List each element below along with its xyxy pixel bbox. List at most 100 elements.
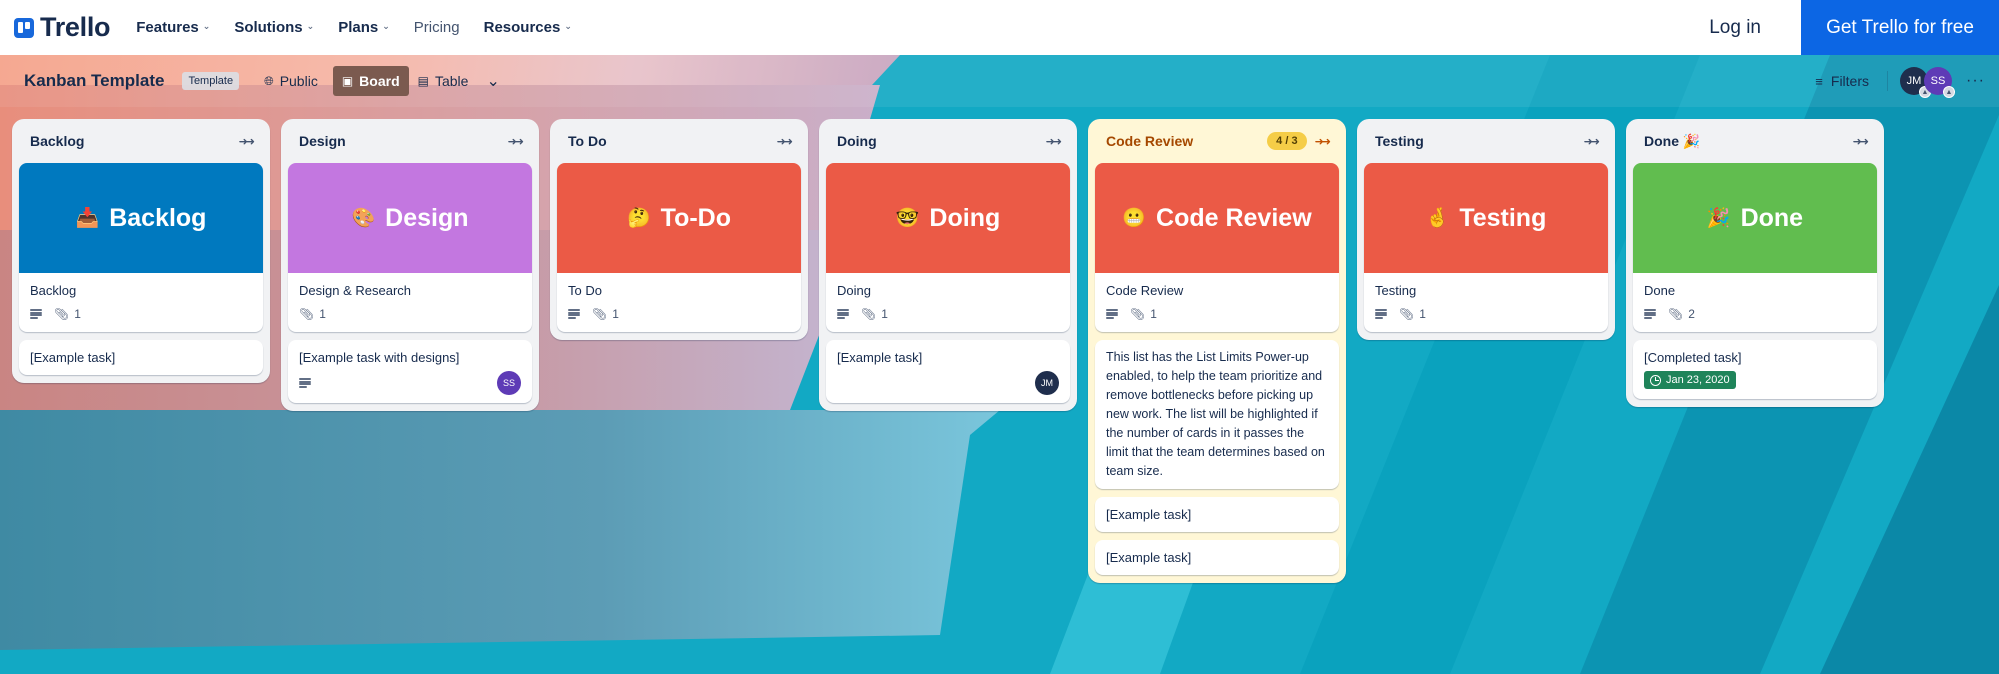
nav-menu: Features ⌄ Solutions ⌄ Plans ⌄ Pricing Reso…	[136, 19, 596, 36]
attachment-count: 2	[1688, 307, 1695, 321]
nav-item-plans[interactable]: Plans ⌄	[338, 19, 390, 36]
attachments-badge: 📎︎ 1	[592, 307, 619, 321]
description-icon	[30, 309, 42, 319]
card[interactable]: 🤔 To-Do To Do 📎︎ 1	[557, 163, 801, 332]
template-badge: Template	[182, 72, 240, 90]
filter-icon: ≡	[1815, 73, 1823, 89]
card-cover: 🤞 Testing	[1364, 163, 1608, 273]
nav-item-label: Solutions	[234, 19, 303, 36]
collapse-list-icon[interactable]: ➜➜	[508, 135, 525, 148]
nav-item-solutions[interactable]: Solutions ⌄	[234, 19, 314, 36]
description-icon	[837, 309, 849, 319]
filters-label: Filters	[1830, 73, 1870, 89]
description-badge	[299, 378, 311, 388]
card-member-avatar[interactable]: SS	[497, 371, 521, 395]
nav-item-label: Plans	[338, 19, 379, 36]
card[interactable]: [Example task]	[1095, 497, 1339, 532]
paperclip-icon: 📎︎	[299, 307, 315, 321]
cover-text: Doing	[929, 203, 1001, 232]
attachment-count: 1	[881, 307, 888, 321]
nav-item-resources[interactable]: Resources ⌄	[484, 19, 572, 36]
nav-item-pricing[interactable]: Pricing	[414, 19, 460, 36]
card-member-avatar[interactable]: JM	[1035, 371, 1059, 395]
description-badge	[1106, 309, 1118, 319]
view-tab-table[interactable]: ▤ Table	[409, 66, 478, 96]
card[interactable]: 😬 Code Review Code Review 📎︎ 1	[1095, 163, 1339, 332]
board-title[interactable]: Kanban Template	[24, 71, 164, 91]
collapse-list-icon[interactable]: ➜➜	[777, 135, 794, 148]
nerd-face-icon: 🤓	[895, 208, 920, 229]
card[interactable]: 🎨 Design Design & Research 📎︎ 1	[288, 163, 532, 332]
card[interactable]: [Example task]	[19, 340, 263, 375]
card[interactable]: [Example task] JM	[826, 340, 1070, 403]
nav-item-label: Features	[136, 19, 199, 36]
board-icon: ▣	[341, 74, 354, 88]
inbox-tray-icon: 📥	[75, 208, 100, 229]
collapse-list-icon[interactable]: ➜➜	[1584, 135, 1601, 148]
attachments-badge: 📎︎ 1	[1399, 307, 1426, 321]
view-tab-label: Table	[434, 73, 469, 89]
list-title[interactable]: Code Review	[1106, 133, 1267, 149]
party-popper-icon: 🎉	[1706, 208, 1731, 229]
list-title[interactable]: To Do	[568, 133, 777, 149]
more-views-button[interactable]: ⌄	[477, 66, 508, 96]
card[interactable]: [Example task with designs] SS	[288, 340, 532, 403]
cover-text: Code Review	[1156, 203, 1312, 232]
login-link[interactable]: Log in	[1709, 17, 1761, 39]
card[interactable]: [Completed task] Jan 23, 2020	[1633, 340, 1877, 399]
divider	[1887, 71, 1889, 91]
collapse-list-icon[interactable]: ➜➜	[1853, 135, 1870, 148]
list-doing: Doing ➜➜ 🤓 Doing Doing 📎︎ 1 [Example task…	[819, 119, 1077, 411]
view-tab-board[interactable]: ▣ Board	[332, 66, 409, 96]
paperclip-icon: 📎︎	[1668, 307, 1684, 321]
list-to-do: To Do ➜➜ 🤔 To-Do To Do 📎︎ 1	[550, 119, 808, 340]
card[interactable]: 🤞 Testing Testing 📎︎ 1	[1364, 163, 1608, 332]
list-done: Done 🎉 ➜➜ 🎉 Done Done 📎︎ 2 [Completed tas…	[1626, 119, 1884, 407]
attachments-badge: 📎︎ 2	[1668, 307, 1695, 321]
nav-item-features[interactable]: Features ⌄	[136, 19, 210, 36]
description-badge	[568, 309, 580, 319]
attachment-count: 1	[1150, 307, 1157, 321]
list-title[interactable]: Doing	[837, 133, 1046, 149]
list-title[interactable]: Backlog	[30, 133, 239, 149]
top-nav: Trello Features ⌄ Solutions ⌄ Plans ⌄ Prici…	[0, 0, 1999, 55]
visibility-button[interactable]: 🌐︎ Public	[255, 66, 327, 96]
trello-logo-icon	[14, 17, 34, 38]
card[interactable]: [Example task]	[1095, 540, 1339, 575]
collapse-list-icon[interactable]: ➜➜	[1315, 135, 1332, 148]
description-badge	[30, 309, 42, 319]
attachment-count: 1	[612, 307, 619, 321]
attachment-count: 1	[1419, 307, 1426, 321]
member-avatar-ss[interactable]: SS ▲	[1924, 67, 1956, 98]
more-options-icon[interactable]: ···	[1966, 72, 1985, 90]
card[interactable]: 🎉 Done Done 📎︎ 2	[1633, 163, 1877, 332]
board-lists: Backlog ➜➜ 📥 Backlog Backlog 📎︎ 1 [Exampl…	[12, 119, 1884, 583]
trello-logo[interactable]: Trello	[14, 0, 111, 55]
get-trello-free-button[interactable]: Get Trello for free	[1801, 0, 1999, 55]
list-title[interactable]: Done 🎉	[1644, 133, 1853, 150]
table-icon: ▤	[417, 74, 429, 88]
due-date-badge[interactable]: Jan 23, 2020	[1644, 371, 1736, 389]
list-limit-badge: 4 / 3	[1267, 132, 1307, 150]
card[interactable]: 📥 Backlog Backlog 📎︎ 1	[19, 163, 263, 332]
paperclip-icon: 📎︎	[1130, 307, 1146, 321]
description-badge	[1375, 309, 1387, 319]
description-icon	[1644, 309, 1656, 319]
chevron-down-icon: ⌄	[564, 21, 572, 31]
list-title[interactable]: Design	[299, 133, 508, 149]
list-title[interactable]: Testing	[1375, 133, 1584, 149]
card-cover: 😬 Code Review	[1095, 163, 1339, 273]
card[interactable]: 🤓 Doing Doing 📎︎ 1	[826, 163, 1070, 332]
filters-button[interactable]: ≡ Filters	[1815, 73, 1869, 89]
card[interactable]: This list has the List Limits Power-up e…	[1095, 340, 1339, 489]
cover-text: Testing	[1459, 203, 1547, 232]
nav-item-label: Resources	[483, 19, 561, 36]
nav-item-label: Pricing	[413, 19, 460, 36]
collapse-list-icon[interactable]: ➜➜	[1046, 135, 1063, 148]
card-title: [Example task]	[1106, 507, 1192, 522]
grimacing-face-icon: 😬	[1122, 208, 1147, 229]
due-date-label: Jan 23, 2020	[1666, 374, 1730, 386]
cover-text: To-Do	[660, 203, 731, 232]
thinking-face-icon: 🤔	[626, 208, 651, 229]
collapse-list-icon[interactable]: ➜➜	[239, 135, 256, 148]
